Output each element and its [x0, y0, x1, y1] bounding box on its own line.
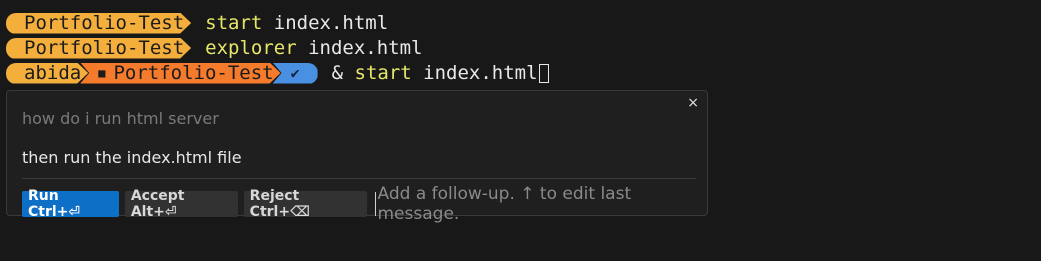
terminal-line-2: Portfolio-Test explorer index.html — [6, 37, 423, 59]
command-keyword: start — [205, 12, 263, 34]
command-argument: index.html — [262, 12, 389, 34]
inline-chat-panel: × how do i run html server then run the … — [6, 90, 708, 224]
command-argument: index.html — [411, 62, 538, 84]
folder-icon: ■ — [98, 66, 106, 80]
chat-response: then run the index.html file — [22, 148, 242, 167]
run-button[interactable]: Run Ctrl+⏎ — [22, 188, 119, 220]
followup-input[interactable]: Add a follow-up. ↑ to edit last message. — [374, 184, 707, 224]
reject-button[interactable]: Reject Ctrl+⌫ — [243, 188, 367, 220]
terminal-input[interactable]: & start index.html — [332, 62, 549, 84]
command-keyword: explorer — [205, 37, 297, 59]
action-row: Run Ctrl+⏎ Accept Alt+⏎ Reject Ctrl+⌫ Ad… — [22, 184, 707, 224]
previous-prompt: how do i run html server — [22, 109, 219, 128]
command-argument: index.html — [296, 37, 423, 59]
terminal-command: start index.html — [205, 12, 388, 34]
prompt-segment-folder: Portfolio-Test — [6, 13, 191, 34]
followup-placeholder: Add a follow-up. ↑ to edit last message. — [377, 184, 632, 224]
ampersand: & — [331, 62, 355, 84]
terminal-current-line[interactable]: abida ■ Portfolio-Test ✔ & start index.ht… — [6, 62, 549, 84]
check-icon: ✔ — [290, 64, 300, 82]
terminal-cursor — [538, 64, 549, 83]
prompt-segment-user: abida — [6, 63, 88, 84]
text-caret — [374, 192, 376, 216]
command-keyword: start — [354, 62, 412, 84]
accept-button[interactable]: Accept Alt+⏎ — [124, 188, 238, 220]
terminal-command: explorer index.html — [205, 37, 422, 59]
terminal-line-1: Portfolio-Test start index.html — [6, 12, 388, 34]
prompt-segment-folder: Portfolio-Test — [6, 38, 191, 59]
divider — [22, 178, 696, 179]
prompt-segment-folder: ■ Portfolio-Test — [80, 63, 280, 84]
close-icon[interactable]: × — [687, 95, 699, 111]
